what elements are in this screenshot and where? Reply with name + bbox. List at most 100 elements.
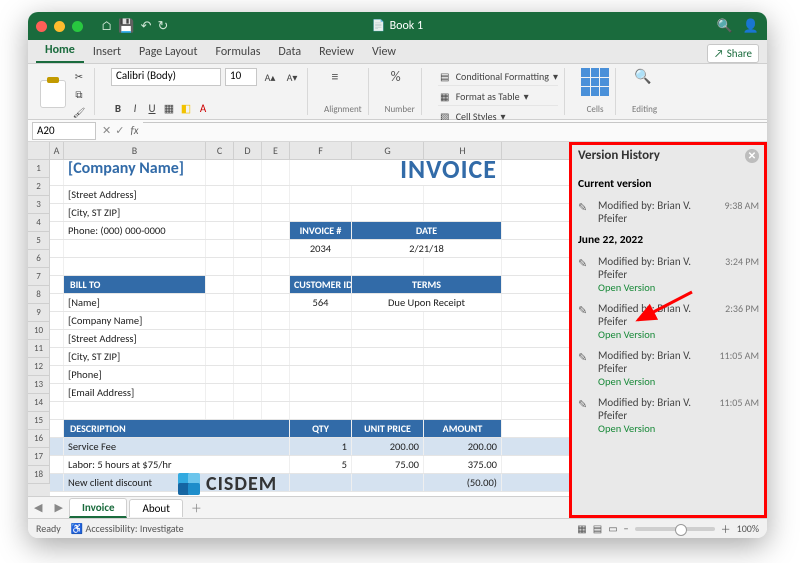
tab-view[interactable]: View xyxy=(363,41,405,63)
tab-data[interactable]: Data xyxy=(269,41,310,63)
hdr-description[interactable]: DESCRIPTION xyxy=(64,420,290,437)
val-customer-id[interactable]: 564 xyxy=(290,294,352,311)
number-format-icon[interactable]: % xyxy=(385,68,407,90)
tab-page-layout[interactable]: Page Layout xyxy=(130,41,206,63)
billto-city[interactable]: [City, ST ZIP] xyxy=(64,348,206,365)
hdr-invoice-no[interactable]: INVOICE # xyxy=(290,222,352,239)
version-item[interactable]: ✎ Modified by: Brian V. Pfeifer 9:38 AM xyxy=(578,195,759,229)
copy-icon[interactable]: ⧉ xyxy=(70,86,88,102)
hdr-qty[interactable]: QTY xyxy=(290,420,352,437)
line-unit[interactable] xyxy=(352,474,424,491)
billto-email[interactable]: [Email Address] xyxy=(64,384,206,401)
row-header[interactable]: 17 xyxy=(28,448,50,466)
view-normal-icon[interactable]: ▦ xyxy=(577,522,586,535)
val-date[interactable]: 2/21/18 xyxy=(352,240,502,257)
conditional-formatting-button[interactable]: ▤Conditional Formatting ▾ xyxy=(438,68,558,86)
line-qty[interactable]: 1 xyxy=(290,438,352,455)
version-item[interactable]: ✎ Modified by: Brian V. PfeiferOpen Vers… xyxy=(578,298,759,345)
view-page-break-icon[interactable]: ▭ xyxy=(608,522,617,535)
paste-icon[interactable] xyxy=(40,80,66,108)
accessibility-status[interactable]: ♿ Accessibility: Investigate xyxy=(71,522,184,535)
underline-button[interactable]: U xyxy=(145,102,159,115)
border-button[interactable]: ▦ xyxy=(162,102,176,115)
row-header[interactable]: 6 xyxy=(28,250,50,268)
col-header-h[interactable]: H xyxy=(424,142,502,159)
sheet-nav-prev-icon[interactable]: ◀ xyxy=(28,501,48,514)
tab-home[interactable]: Home xyxy=(36,39,84,63)
hdr-customer-id[interactable]: CUSTOMER ID xyxy=(290,276,352,293)
hdr-date[interactable]: DATE xyxy=(352,222,502,239)
italic-button[interactable]: I xyxy=(128,102,142,115)
tab-review[interactable]: Review xyxy=(310,41,363,63)
increase-font-icon[interactable]: A▴ xyxy=(261,69,279,85)
billto-name[interactable]: [Name] xyxy=(64,294,206,311)
font-size-select[interactable]: 10 xyxy=(225,68,257,86)
cancel-formula-icon[interactable]: ✕ xyxy=(102,124,111,137)
sheet-nav-next-icon[interactable]: ▶ xyxy=(48,501,68,514)
row-header[interactable]: 3 xyxy=(28,196,50,214)
row-header[interactable]: 13 xyxy=(28,376,50,394)
line-amt[interactable]: 375.00 xyxy=(424,456,502,473)
col-header-a[interactable]: A xyxy=(50,142,64,159)
hdr-terms[interactable]: TERMS xyxy=(352,276,502,293)
billto-phone[interactable]: [Phone] xyxy=(64,366,206,383)
row-header[interactable]: 10 xyxy=(28,322,50,340)
col-header-f[interactable]: F xyxy=(290,142,352,159)
fill-color-button[interactable]: ◧ xyxy=(179,102,193,115)
version-item[interactable]: ✎ Modified by: Brian V. PfeiferOpen Vers… xyxy=(578,392,759,439)
val-terms[interactable]: Due Upon Receipt xyxy=(352,294,502,311)
share-button[interactable]: ↗ Share xyxy=(707,44,759,63)
billto-company[interactable]: [Company Name] xyxy=(64,312,206,329)
format-as-table-button[interactable]: ▦Format as Table ▾ xyxy=(438,88,558,106)
row-header[interactable]: 8 xyxy=(28,286,50,304)
tab-insert[interactable]: Insert xyxy=(84,41,130,63)
row-header[interactable]: 18 xyxy=(28,466,50,484)
billto-street[interactable]: [Street Address] xyxy=(64,330,206,347)
line-qty[interactable]: 5 xyxy=(290,456,352,473)
line-qty[interactable] xyxy=(290,474,352,491)
company-name[interactable]: [Company Name] xyxy=(64,160,206,185)
hdr-unit-price[interactable]: UNIT PRICE xyxy=(352,420,424,437)
select-all-corner[interactable] xyxy=(28,142,50,159)
version-item[interactable]: ✎ Modified by: Brian V. PfeiferOpen Vers… xyxy=(578,345,759,392)
name-box[interactable]: A20 xyxy=(32,122,96,140)
row-header[interactable]: 4 xyxy=(28,214,50,232)
row-header[interactable]: 11 xyxy=(28,340,50,358)
zoom-slider[interactable] xyxy=(635,527,715,531)
add-sheet-button[interactable]: ＋ xyxy=(185,500,208,516)
font-name-select[interactable]: Calibri (Body) xyxy=(111,68,221,86)
fx-label[interactable]: fx xyxy=(130,124,138,137)
row-header[interactable]: 2 xyxy=(28,178,50,196)
zoom-out-icon[interactable]: − xyxy=(624,522,629,535)
sheet-tab-invoice[interactable]: Invoice xyxy=(69,498,128,518)
line-desc[interactable]: Labor: 5 hours at $75/hr xyxy=(64,456,290,473)
cells-icon[interactable] xyxy=(581,68,609,96)
zoom-in-icon[interactable]: ＋ xyxy=(721,521,731,536)
editing-icon[interactable]: 🔍 xyxy=(632,68,654,90)
col-header-g[interactable]: G xyxy=(352,142,424,159)
sheet-tab-about[interactable]: About xyxy=(129,499,182,517)
row-header[interactable]: 9 xyxy=(28,304,50,322)
hdr-amount[interactable]: AMOUNT xyxy=(424,420,502,437)
open-version-link[interactable]: Open Version xyxy=(598,422,713,435)
open-version-link[interactable]: Open Version xyxy=(598,281,719,294)
decrease-font-icon[interactable]: A▾ xyxy=(283,69,301,85)
company-street[interactable]: [Street Address] xyxy=(64,186,206,203)
formula-input[interactable] xyxy=(143,122,767,140)
row-header[interactable]: 5 xyxy=(28,232,50,250)
bold-button[interactable]: B xyxy=(111,102,125,115)
view-page-layout-icon[interactable]: ▤ xyxy=(593,522,602,535)
tab-formulas[interactable]: Formulas xyxy=(206,41,269,63)
col-header-e[interactable]: E xyxy=(262,142,290,159)
col-header-d[interactable]: D xyxy=(234,142,262,159)
line-unit[interactable]: 75.00 xyxy=(352,456,424,473)
row-header[interactable]: 14 xyxy=(28,394,50,412)
row-header[interactable]: 7 xyxy=(28,268,50,286)
zoom-level[interactable]: 100% xyxy=(737,522,759,535)
row-header[interactable]: 1 xyxy=(28,160,50,178)
open-version-link[interactable]: Open Version xyxy=(598,375,713,388)
col-header-b[interactable]: B xyxy=(64,142,206,159)
accept-formula-icon[interactable]: ✓ xyxy=(115,124,124,137)
hdr-billto[interactable]: BILL TO xyxy=(64,276,206,293)
line-unit[interactable]: 200.00 xyxy=(352,438,424,455)
